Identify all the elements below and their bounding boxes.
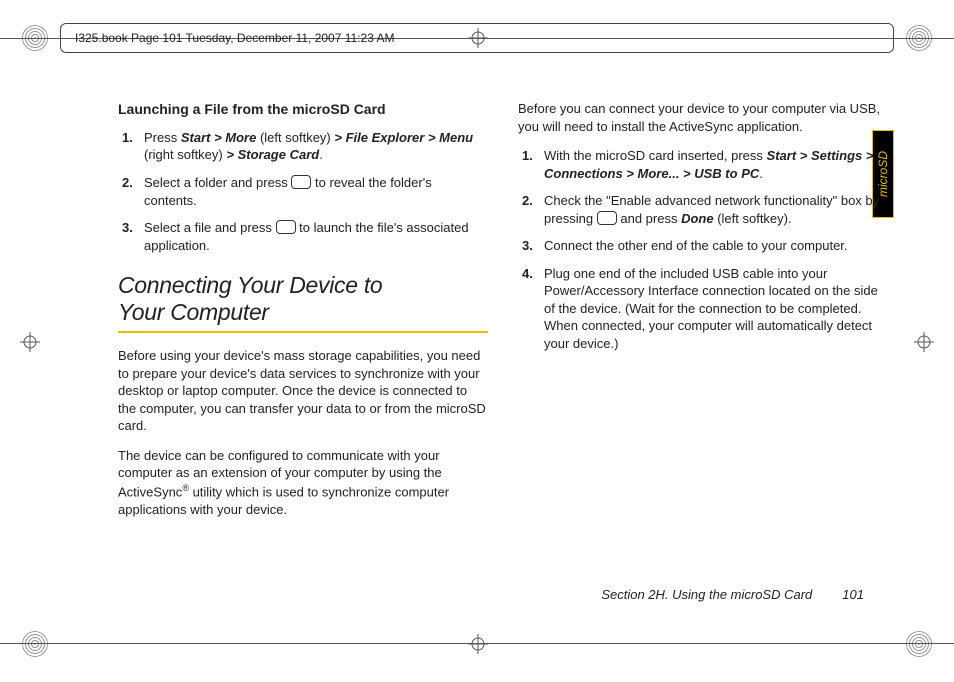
- crosshair-icon: [914, 332, 934, 352]
- registered-mark: ®: [182, 483, 189, 493]
- text: and press: [617, 211, 681, 226]
- list-item: Press Start > More (left softkey) > File…: [122, 129, 488, 164]
- list-item: With the microSD card inserted, press St…: [522, 147, 888, 182]
- header-meta-text: I325.book Page 101 Tuesday, December 11,…: [75, 31, 395, 45]
- list-item: Connect the other end of the cable to yo…: [522, 237, 888, 255]
- crosshair-icon: [468, 634, 488, 654]
- crosshair-icon: [20, 332, 40, 352]
- ui-label: Done: [681, 211, 714, 226]
- key-icon: [291, 175, 311, 189]
- footer-section: Section 2H. Using the microSD Card: [601, 587, 812, 602]
- ui-path: > Storage Card: [226, 147, 319, 162]
- text: (left softkey): [256, 130, 334, 145]
- list-item: Plug one end of the included USB cable i…: [522, 265, 888, 353]
- page-body: Launching a File from the microSD Card P…: [118, 100, 888, 570]
- framemaker-header: I325.book Page 101 Tuesday, December 11,…: [60, 23, 894, 53]
- text: Select a file and press: [144, 220, 276, 235]
- registration-ring-br: [906, 631, 932, 657]
- text: With the microSD card inserted, press: [544, 148, 767, 163]
- text: .: [319, 147, 323, 162]
- list-item: Check the "Enable advanced network funct…: [522, 192, 888, 227]
- heading-line: Your Computer: [118, 299, 269, 325]
- text: (left softkey).: [714, 211, 792, 226]
- column-right: Before you can connect your device to yo…: [518, 100, 888, 570]
- body-paragraph: The device can be configured to communic…: [118, 447, 488, 519]
- heading-line: Connecting Your Device to: [118, 272, 382, 298]
- page-footer: Section 2H. Using the microSD Card 101: [601, 587, 864, 602]
- list-item: Select a folder and press to reveal the …: [122, 174, 488, 209]
- page-number: 101: [842, 587, 864, 602]
- key-icon: [276, 220, 296, 234]
- ui-path: > File Explorer > Menu: [334, 130, 473, 145]
- registration-ring-bl: [22, 631, 48, 657]
- subheading: Launching a File from the microSD Card: [118, 100, 488, 119]
- heading-underline: [118, 331, 488, 333]
- text: (right softkey): [144, 147, 226, 162]
- ui-path: Start > More: [181, 130, 257, 145]
- column-left: Launching a File from the microSD Card P…: [118, 100, 488, 570]
- procedure-list: Press Start > More (left softkey) > File…: [122, 129, 488, 254]
- body-paragraph: Before using your device's mass storage …: [118, 347, 488, 435]
- text: .: [759, 166, 763, 181]
- text: Select a folder and press: [144, 175, 291, 190]
- section-heading: Connecting Your Device to Your Computer: [118, 272, 488, 325]
- procedure-list: With the microSD card inserted, press St…: [522, 147, 888, 352]
- text: Press: [144, 130, 181, 145]
- list-item: Select a file and press to launch the fi…: [122, 219, 488, 254]
- body-paragraph: Before you can connect your device to yo…: [518, 100, 888, 135]
- key-icon: [597, 211, 617, 225]
